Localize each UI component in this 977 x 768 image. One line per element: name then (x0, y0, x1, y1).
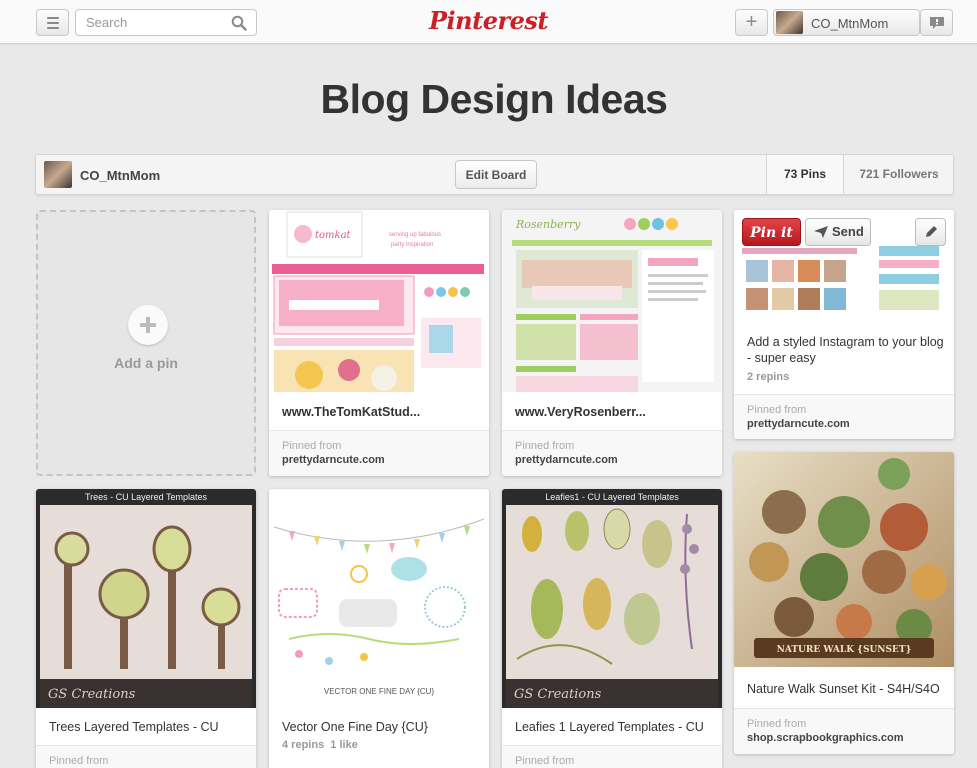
pin-card[interactable]: Pin it Send Add a styled Instagram to yo… (734, 210, 954, 439)
owner-avatar[interactable] (44, 161, 72, 188)
pin-card[interactable]: tomkat serving up fabulous party inspira… (269, 210, 489, 476)
followers-count-tab[interactable]: 721 Followers (843, 155, 954, 194)
board-info-bar: CO_MtnMom Edit Board 73 Pins 721 Followe… (35, 154, 954, 195)
pin-description: Trees Layered Templates - CU (49, 720, 219, 734)
pin-image[interactable]: Trees - CU Layered Templates GS Creation… (36, 489, 256, 708)
svg-text:party inspiration: party inspiration (391, 242, 433, 248)
menu-button[interactable] (36, 9, 69, 36)
pin-description: Leafies 1 Layered Templates - CU (515, 720, 704, 734)
add-pin-card[interactable]: Add a pin (36, 210, 256, 476)
username: CO_MtnMom (811, 16, 889, 31)
svg-text:serving up fabulous: serving up fabulous (389, 232, 441, 238)
user-menu-button[interactable]: CO_MtnMom (773, 9, 920, 36)
pin-source[interactable]: Pinned from shop.scrapbookgraphics.com (734, 709, 954, 754)
avatar (776, 11, 803, 34)
page-title: Blog Design Ideas (320, 76, 668, 122)
board-owner[interactable]: CO_MtnMom (80, 168, 160, 183)
image-title-text: Leafies1 - CU Layered Templates (545, 492, 679, 502)
pin-stats: 4 repins 1 like (282, 739, 358, 751)
pin-card[interactable]: Leafies1 - CU Layered Templates GS Creat… (502, 489, 722, 768)
add-button[interactable]: + (735, 9, 768, 36)
rosenberry-logo-text: Rosenberry (515, 218, 581, 231)
pin-source[interactable]: Pinned from (502, 746, 722, 768)
gs-creations-logo-text: GS Creations (48, 687, 136, 702)
pin-description: www.VeryRosenberr... (515, 405, 646, 419)
pin-image[interactable]: Rosenberry (502, 210, 722, 392)
pin-card[interactable]: Trees - CU Layered Templates GS Creation… (36, 489, 256, 768)
pin-description: www.TheTomKatStud... (282, 405, 421, 419)
send-button[interactable]: Send (805, 218, 871, 246)
top-bar: Pinterest + CO_MtnMom (0, 0, 977, 44)
image-title-text: Trees - CU Layered Templates (85, 492, 208, 502)
plus-circle-icon (128, 305, 168, 345)
add-pin-label: Add a pin (114, 355, 178, 371)
pin-description: Add a styled Instagram to your blog - su… (747, 335, 944, 365)
edit-board-button[interactable]: Edit Board (455, 160, 537, 189)
pin-card[interactable]: Rosenberry www.VeryRosenberr... Pinned f… (502, 210, 722, 476)
notifications-button[interactable] (920, 9, 953, 36)
pin-source[interactable]: Pinned from prettydarncute.com (269, 431, 489, 476)
pin-image[interactable]: tomkat serving up fabulous party inspira… (269, 210, 489, 392)
send-arrow-icon (814, 226, 828, 238)
plus-icon: + (745, 11, 758, 33)
pin-image[interactable]: Leafies1 - CU Layered Templates GS Creat… (502, 489, 722, 708)
speech-bubble-icon (930, 17, 944, 29)
vector-caption-text: VECTOR ONE FINE DAY {CU} (324, 687, 435, 696)
pin-description: Vector One Fine Day {CU} (282, 720, 428, 734)
pinterest-logo[interactable]: Pinterest (429, 6, 548, 35)
pin-source[interactable]: Pinned from prettydarncute.com (734, 395, 954, 439)
pin-stats: 2 repins (747, 371, 790, 383)
pin-card[interactable]: NATURE WALK {SUNSET} Nature Walk Sunset … (734, 452, 954, 754)
edit-pin-button[interactable] (915, 218, 946, 246)
pin-image[interactable]: NATURE WALK {SUNSET} (734, 452, 954, 667)
pin-it-button[interactable]: Pin it (742, 218, 801, 246)
tomkat-logo-text: tomkat (315, 230, 352, 241)
gs-creations-logo-text: GS Creations (514, 687, 602, 702)
pin-source[interactable]: Pinned from prettydarncute.com (502, 431, 722, 476)
pencil-icon (926, 226, 937, 237)
search-box (75, 9, 257, 36)
search-input[interactable] (76, 10, 216, 35)
pin-source[interactable]: Pinned from (36, 746, 256, 768)
nature-walk-banner-text: NATURE WALK {SUNSET} (777, 645, 912, 655)
pin-card[interactable]: VECTOR ONE FINE DAY {CU} Vector One Fine… (269, 489, 489, 768)
pin-description: Nature Walk Sunset Kit - S4H/S4O (747, 682, 940, 696)
pins-count-tab[interactable]: 73 Pins (766, 155, 843, 194)
pin-image[interactable]: VECTOR ONE FINE DAY {CU} (269, 489, 489, 708)
search-icon[interactable] (231, 15, 247, 31)
menu-icon (46, 16, 59, 19)
